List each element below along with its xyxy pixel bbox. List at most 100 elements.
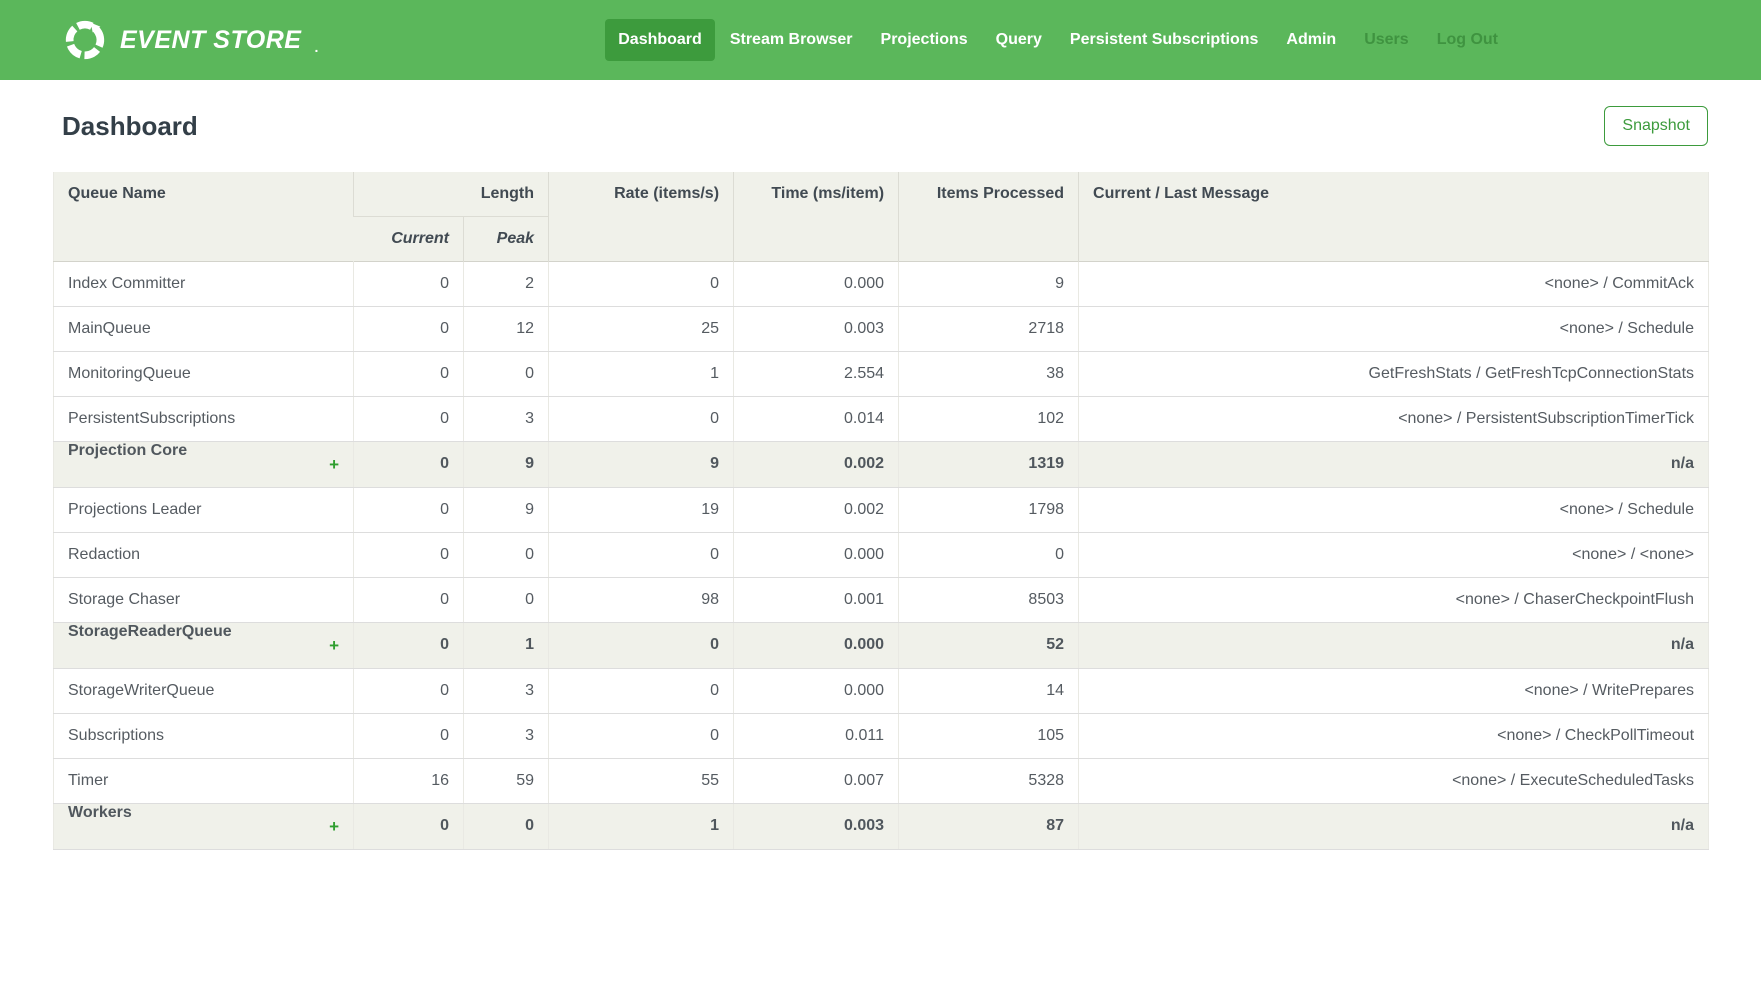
queue-name: Projection Core: [68, 442, 187, 459]
length-current-cell: 0: [354, 261, 464, 306]
queue-name-cell: Projections Leader: [54, 487, 354, 532]
queue-name-cell: Redaction: [54, 532, 354, 577]
rate-cell: 0: [549, 396, 734, 441]
message-cell: GetFreshStats / GetFreshTcpConnectionSta…: [1079, 351, 1709, 396]
items-processed-cell: 1798: [899, 487, 1079, 532]
queue-name: Projections Leader: [68, 501, 201, 518]
items-processed-cell: 2718: [899, 306, 1079, 351]
length-peak-cell: 0: [464, 351, 549, 396]
queue-row: StorageWriterQueue0300.00014<none> / Wri…: [54, 668, 1709, 713]
queue-name-cell: Subscriptions: [54, 713, 354, 758]
message-cell: <none> / ExecuteScheduledTasks: [1079, 758, 1709, 803]
queue-name: MonitoringQueue: [68, 365, 191, 382]
length-peak-cell: 3: [464, 396, 549, 441]
message-cell: <none> / PersistentSubscriptionTimerTick: [1079, 396, 1709, 441]
time-cell: 0.002: [734, 441, 899, 487]
message-cell: <none> / Schedule: [1079, 306, 1709, 351]
queue-row: Subscriptions0300.011105<none> / CheckPo…: [54, 713, 1709, 758]
page-title: Dashboard: [62, 111, 198, 142]
time-cell: 2.554: [734, 351, 899, 396]
items-processed-cell: 5328: [899, 758, 1079, 803]
message-cell: <none> / WritePrepares: [1079, 668, 1709, 713]
length-peak-cell: 3: [464, 713, 549, 758]
queue-name: Redaction: [68, 546, 140, 563]
queue-row: MainQueue012250.0032718<none> / Schedule: [54, 306, 1709, 351]
queue-row: Index Committer0200.0009<none> / CommitA…: [54, 261, 1709, 306]
length-current-cell: 0: [354, 532, 464, 577]
nav-item-admin[interactable]: Admin: [1273, 19, 1349, 61]
column-header-items-processed: Items Processed: [899, 172, 1079, 261]
rate-cell: 0: [549, 261, 734, 306]
column-header-queue-name: Queue Name: [54, 172, 354, 261]
queue-name-cell: +Workers: [54, 803, 354, 849]
time-cell: 0.000: [734, 668, 899, 713]
rate-cell: 1: [549, 351, 734, 396]
main-nav: DashboardStream BrowserProjectionsQueryP…: [605, 19, 1511, 61]
expand-plus-icon[interactable]: +: [329, 442, 339, 487]
column-header-rate: Rate (items/s): [549, 172, 734, 261]
dashboard-page: Dashboard Snapshot Queue Name Length Rat…: [0, 80, 1761, 850]
queue-name-cell: + StorageReaderQueue: [54, 622, 354, 668]
queue-name: StorageReaderQueue: [68, 623, 232, 640]
rate-cell: 98: [549, 577, 734, 622]
time-cell: 0.000: [734, 261, 899, 306]
queue-name: Subscriptions: [68, 727, 164, 744]
column-header-message: Current / Last Message: [1079, 172, 1709, 261]
rate-cell: 9: [549, 441, 734, 487]
length-peak-cell: 2: [464, 261, 549, 306]
time-cell: 0.003: [734, 803, 899, 849]
time-cell: 0.003: [734, 306, 899, 351]
nav-item-persistent-subscriptions[interactable]: Persistent Subscriptions: [1057, 19, 1272, 61]
queue-name: MainQueue: [68, 320, 151, 337]
time-cell: 0.002: [734, 487, 899, 532]
queue-row: Storage Chaser00980.0018503<none> / Chas…: [54, 577, 1709, 622]
queue-name: StorageWriterQueue: [68, 682, 214, 699]
items-processed-cell: 0: [899, 532, 1079, 577]
message-cell: <none> / <none>: [1079, 532, 1709, 577]
queue-name: Index Committer: [68, 275, 185, 292]
queue-table-header: Queue Name Length Rate (items/s) Time (m…: [54, 172, 1709, 261]
items-processed-cell: 52: [899, 622, 1079, 668]
time-cell: 0.001: [734, 577, 899, 622]
queue-table: Queue Name Length Rate (items/s) Time (m…: [53, 172, 1709, 850]
brand-dot: .: [314, 39, 318, 55]
length-current-cell: 0: [354, 441, 464, 487]
rate-cell: 0: [549, 668, 734, 713]
snapshot-button[interactable]: Snapshot: [1604, 106, 1708, 146]
length-peak-cell: 0: [464, 803, 549, 849]
length-peak-cell: 59: [464, 758, 549, 803]
length-peak-cell: 0: [464, 532, 549, 577]
expand-plus-icon[interactable]: +: [329, 804, 339, 849]
message-cell: <none> / CommitAck: [1079, 261, 1709, 306]
items-processed-cell: 102: [899, 396, 1079, 441]
nav-item-query[interactable]: Query: [983, 19, 1055, 61]
queue-name-cell: Storage Chaser: [54, 577, 354, 622]
queue-name: Timer: [68, 772, 108, 789]
queue-name-cell: MonitoringQueue: [54, 351, 354, 396]
nav-item-users[interactable]: Users: [1351, 19, 1421, 61]
queue-name-cell: Index Committer: [54, 261, 354, 306]
length-peak-cell: 1: [464, 622, 549, 668]
nav-item-log-out[interactable]: Log Out: [1424, 19, 1511, 61]
nav-item-stream-browser[interactable]: Stream Browser: [717, 19, 866, 61]
length-current-cell: 0: [354, 351, 464, 396]
queue-row: PersistentSubscriptions0300.014102<none>…: [54, 396, 1709, 441]
message-cell: <none> / Schedule: [1079, 487, 1709, 532]
rate-cell: 19: [549, 487, 734, 532]
length-current-cell: 0: [354, 803, 464, 849]
length-current-cell: 0: [354, 396, 464, 441]
queue-name: PersistentSubscriptions: [68, 410, 235, 427]
message-cell: n/a: [1079, 441, 1709, 487]
rate-cell: 0: [549, 713, 734, 758]
queue-group-row: +StorageReaderQueue0100.00052n/a: [54, 622, 1709, 668]
expand-plus-icon[interactable]: +: [329, 623, 339, 668]
length-current-cell: 0: [354, 668, 464, 713]
length-current-cell: 0: [354, 306, 464, 351]
rate-cell: 25: [549, 306, 734, 351]
nav-item-dashboard[interactable]: Dashboard: [605, 19, 715, 61]
items-processed-cell: 38: [899, 351, 1079, 396]
length-current-cell: 0: [354, 577, 464, 622]
time-cell: 0.011: [734, 713, 899, 758]
nav-item-projections[interactable]: Projections: [868, 19, 981, 61]
length-peak-cell: 9: [464, 487, 549, 532]
